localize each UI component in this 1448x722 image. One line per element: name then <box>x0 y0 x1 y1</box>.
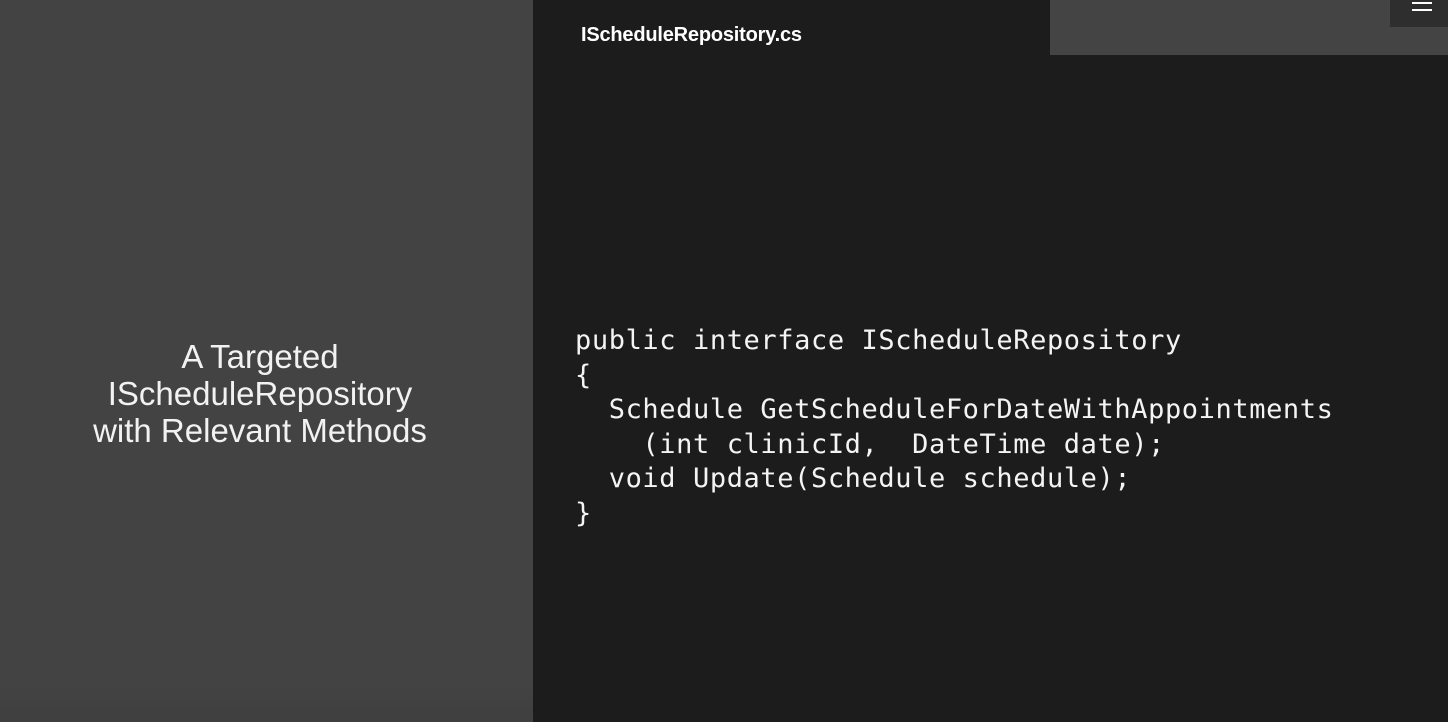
slide-title-line: with Relevant Methods <box>93 412 427 449</box>
slide-page: A Targeted IScheduleRepository with Rele… <box>0 0 1448 722</box>
title-panel: A Targeted IScheduleRepository with Rele… <box>0 0 533 722</box>
code-line: Schedule GetScheduleForDateWithAppointme… <box>575 394 1334 425</box>
slide-title-line: IScheduleRepository <box>107 375 413 412</box>
code-line: public interface IScheduleRepository <box>575 325 1182 356</box>
code-line: } <box>575 497 592 529</box>
slide-title: A Targeted IScheduleRepository with Rele… <box>0 338 520 449</box>
top-right-bar <box>1050 0 1448 55</box>
code-line: (int clinicId, DateTime date); <box>575 428 1165 460</box>
bottom-shade <box>0 682 533 722</box>
file-name-label: IScheduleRepository.cs <box>581 24 802 46</box>
code-line: { <box>575 359 592 391</box>
code-block: public interface IScheduleRepository{ Sc… <box>575 324 1334 531</box>
slide-title-line: A Targeted <box>181 338 339 375</box>
code-line: void Update(Schedule schedule); <box>575 463 1132 494</box>
menu-button[interactable] <box>1390 0 1448 27</box>
